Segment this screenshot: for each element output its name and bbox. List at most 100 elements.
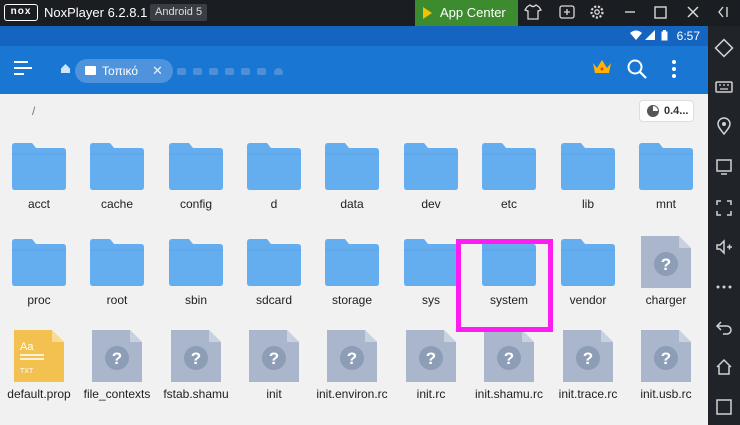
folder-item[interactable]: acct [0, 142, 78, 237]
status-time: 6:57 [676, 29, 700, 43]
signal-icon [645, 30, 655, 43]
file-name: default.prop [7, 387, 71, 401]
file-name: etc [500, 197, 517, 211]
hamburger-menu-icon[interactable] [14, 61, 32, 77]
folder-item[interactable]: proc [0, 238, 78, 333]
tab-placeholder-icon[interactable] [241, 68, 250, 75]
file-item[interactable]: ? init [235, 330, 313, 425]
storage-usage-chip[interactable]: 0.4... [639, 100, 694, 122]
file-name: init [266, 387, 282, 401]
unknown-file-icon: ? [92, 330, 142, 382]
android-version-badge: Android 5 [150, 4, 208, 21]
folder-icon [169, 238, 223, 286]
screen-icon[interactable] [714, 157, 734, 177]
settings-gear-icon[interactable] [587, 3, 607, 23]
folder-icon [247, 142, 301, 190]
close-icon[interactable] [683, 3, 703, 23]
path-bar: / 0.4... [0, 94, 708, 134]
minimize-icon[interactable] [620, 3, 640, 23]
overflow-menu-icon[interactable] [663, 58, 685, 80]
folder-icon [12, 142, 66, 190]
folder-item[interactable]: vendor [549, 238, 627, 333]
folder-item[interactable]: sbin [157, 238, 235, 333]
folder-icon [247, 238, 301, 286]
app-center-label: App Center [440, 5, 506, 20]
file-name: init.trace.rc [558, 387, 618, 401]
file-item[interactable]: ? init.rc [392, 330, 470, 425]
fullscreen-icon[interactable] [714, 198, 734, 218]
file-name: init.shamu.rc [474, 387, 544, 401]
tab-placeholder-icon[interactable] [257, 68, 266, 75]
file-name: proc [27, 293, 51, 307]
file-name: sdcard [255, 293, 293, 307]
folder-item[interactable]: d [235, 142, 313, 237]
svg-text:Aa: Aa [20, 341, 34, 353]
battery-icon [661, 30, 668, 44]
tab-close-icon[interactable]: ✕ [152, 59, 163, 83]
file-item[interactable]: ? file_contexts [78, 330, 156, 425]
local-storage-icon [85, 66, 96, 75]
tab-placeholder-icon[interactable] [209, 68, 218, 75]
file-name: data [340, 197, 364, 211]
app-center-button[interactable]: App Center [415, 0, 518, 26]
folder-icon [482, 142, 536, 190]
sidebar-toggle-icon[interactable] [717, 3, 737, 23]
more-options-icon[interactable] [714, 277, 734, 297]
folder-icon [404, 142, 458, 190]
maximize-icon[interactable] [650, 3, 670, 23]
folder-icon [561, 238, 615, 286]
recent-apps-icon[interactable] [714, 397, 734, 417]
tab-local-label: Τοπικό [102, 64, 138, 78]
crown-premium-icon[interactable] [592, 58, 612, 82]
rotate-icon[interactable] [714, 38, 734, 58]
current-path[interactable]: / [32, 104, 35, 118]
home-icon[interactable] [60, 63, 71, 77]
tshirt-skin-icon[interactable] [523, 3, 543, 23]
home-nav-icon[interactable] [714, 357, 734, 377]
file-name: cache [100, 197, 134, 211]
folder-item[interactable]: config [157, 142, 235, 237]
folder-item[interactable]: cache [78, 142, 156, 237]
keyboard-icon[interactable] [714, 76, 734, 96]
location-icon[interactable] [714, 116, 734, 136]
svg-text:?: ? [661, 349, 671, 368]
file-name: file_contexts [83, 387, 151, 401]
volume-up-icon[interactable] [714, 237, 734, 257]
tab-placeholder-icon[interactable] [177, 68, 186, 75]
file-item[interactable]: Aa TXT default.prop [0, 330, 78, 425]
file-item[interactable]: ? init.usb.rc [627, 330, 705, 425]
app-bar: Τοπικό ✕ [0, 46, 708, 94]
tab-placeholder-icon[interactable] [274, 68, 283, 75]
folder-item[interactable]: etc [470, 142, 548, 237]
file-item[interactable]: ? charger [627, 236, 705, 333]
folder-item[interactable]: dev [392, 142, 470, 237]
file-name: acct [27, 197, 50, 211]
svg-text:?: ? [661, 255, 671, 274]
file-item[interactable]: ? fstab.shamu [157, 330, 235, 425]
selection-highlight-box [456, 239, 553, 332]
folder-item[interactable]: root [78, 238, 156, 333]
folder-icon [325, 142, 379, 190]
file-item[interactable]: ? init.trace.rc [549, 330, 627, 425]
play-store-icon [423, 7, 432, 19]
multi-window-icon[interactable] [557, 3, 577, 23]
file-name: init.usb.rc [640, 387, 692, 401]
folder-item[interactable]: sdcard [235, 238, 313, 333]
tab-placeholder-icon[interactable] [225, 68, 234, 75]
unknown-file-icon: ? [641, 236, 691, 288]
file-name: init.environ.rc [316, 387, 388, 401]
tab-placeholder-icon[interactable] [193, 68, 202, 75]
folder-icon [325, 238, 379, 286]
storage-usage-value: 0.4... [664, 105, 689, 117]
back-icon[interactable] [714, 317, 734, 337]
svg-text:?: ? [504, 349, 514, 368]
folder-item[interactable]: data [313, 142, 391, 237]
folder-item[interactable]: mnt [627, 142, 705, 237]
folder-item[interactable]: lib [549, 142, 627, 237]
file-item[interactable]: ? init.environ.rc [313, 330, 391, 425]
tab-local[interactable]: Τοπικό ✕ [75, 59, 173, 83]
unknown-file-icon: ? [563, 330, 613, 382]
search-icon[interactable] [626, 58, 648, 80]
file-item[interactable]: ? init.shamu.rc [470, 330, 548, 425]
folder-item[interactable]: storage [313, 238, 391, 333]
